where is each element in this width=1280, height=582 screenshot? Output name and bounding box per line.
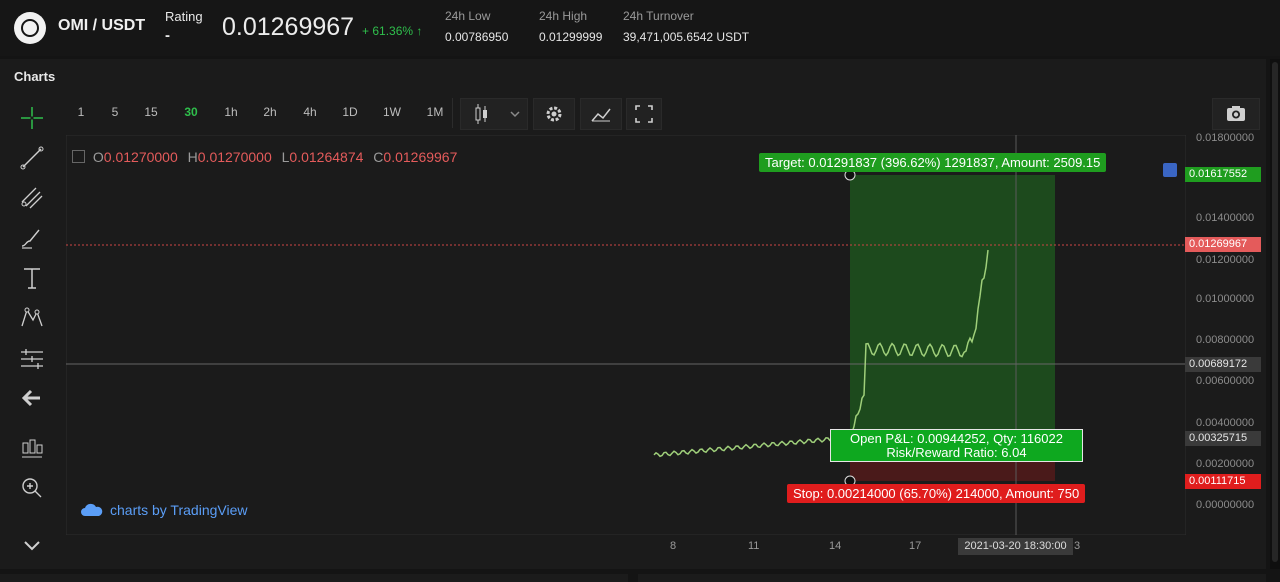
target-zone <box>850 175 1055 437</box>
chevron-down-icon[interactable] <box>18 532 46 560</box>
current-price-tag: 0.01269967 <box>1185 237 1261 252</box>
y-tick: 0.00800000 <box>1196 334 1255 346</box>
candle-stack-icon[interactable] <box>18 434 46 462</box>
bottom-panel-right <box>638 574 1266 582</box>
stop-price-tag: 0.00111715 <box>1185 474 1261 489</box>
chevron-down-icon <box>510 111 520 118</box>
settings-button[interactable] <box>533 98 575 130</box>
candles-icon <box>475 104 487 124</box>
turnover-value: 39,471,005.6542 USDT <box>623 30 750 44</box>
fib-icon[interactable] <box>18 184 46 212</box>
crosshair-icon[interactable] <box>18 104 46 132</box>
crosshair-price-tag: 0.00689172 <box>1185 357 1261 372</box>
high-value: 0.01299999 <box>539 30 603 44</box>
timeframe-1D[interactable]: 1D <box>339 105 361 123</box>
open-label: O <box>92 149 104 165</box>
pnl-line: Open P&L: 0.00944252, Qty: 116022 <box>850 431 1063 446</box>
y-tick: 0.01400000 <box>1196 212 1255 224</box>
cloud-icon <box>81 503 103 516</box>
rating-label: Rating <box>165 9 203 24</box>
x-tick: 3 <box>1074 540 1081 552</box>
zoom-in-icon[interactable] <box>18 474 46 502</box>
pair-name[interactable]: OMI / USDT <box>58 17 145 35</box>
price-chart[interactable] <box>66 135 1186 535</box>
x-tick: 14 <box>829 540 842 552</box>
gear-icon <box>546 106 562 122</box>
target-label[interactable]: Target: 0.01291837 (396.62%) 1291837, Am… <box>759 153 1107 172</box>
y-tick: 0.01000000 <box>1196 293 1255 305</box>
bottom-panel-left <box>0 574 628 582</box>
y-tick: 0.00400000 <box>1196 417 1255 429</box>
timeframe-15[interactable]: 15 <box>140 105 162 123</box>
timeframe-30[interactable]: 30 <box>180 105 202 123</box>
high-label: 24h High <box>539 9 588 23</box>
risk-reward-line: Risk/Reward Ratio: 6.04 <box>886 445 1027 460</box>
y-tick: 0.00600000 <box>1196 375 1255 387</box>
text-icon[interactable] <box>18 264 46 292</box>
timeframe-1h[interactable]: 1h <box>220 105 242 123</box>
ohlc-legend: O0.01270000 H0.01270000 L0.01264874 C0.0… <box>72 149 457 165</box>
x-tick: 11 <box>748 540 760 552</box>
timeframe-1M[interactable]: 1M <box>424 105 446 123</box>
indicators-button[interactable] <box>580 98 622 130</box>
rating-value: - <box>165 27 170 44</box>
scrollbar-thumb[interactable] <box>1272 62 1278 562</box>
high-label: H <box>187 149 198 165</box>
turnover-label: 24h Turnover <box>623 9 694 23</box>
trend-line-icon[interactable] <box>18 144 46 172</box>
entry-price-tag: 0.00325715 <box>1185 431 1261 446</box>
fullscreen-icon <box>635 105 653 123</box>
y-tick: 0.01800000 <box>1196 132 1255 144</box>
timeframe-4h[interactable]: 4h <box>299 105 321 123</box>
pnl-label[interactable]: Open P&L: 0.00944252, Qty: 116022 Risk/R… <box>830 429 1083 462</box>
toolbar-divider <box>452 98 453 128</box>
collapse-legend-icon[interactable] <box>72 150 85 163</box>
camera-icon <box>1227 106 1245 121</box>
alert-marker-icon[interactable] <box>1163 163 1177 177</box>
low-label: 24h Low <box>445 9 491 23</box>
back-arrow-icon[interactable] <box>18 384 46 412</box>
brush-icon[interactable] <box>18 224 46 252</box>
x-cursor-label: 2021-03-20 18:30:00 <box>958 538 1073 555</box>
close-value: 0.01269967 <box>383 149 458 165</box>
low-value: 0.00786950 <box>445 30 509 44</box>
pattern-icon[interactable] <box>18 304 46 332</box>
target-price-tag: 0.01617552 <box>1185 167 1261 182</box>
timeframe-1[interactable]: 1 <box>70 105 92 123</box>
close-label: C <box>373 149 384 165</box>
low-value: 0.01264874 <box>289 149 364 165</box>
y-tick: 0.01200000 <box>1196 254 1255 266</box>
x-tick: 8 <box>670 540 677 552</box>
open-value: 0.01270000 <box>103 149 178 165</box>
stop-label[interactable]: Stop: 0.00214000 (65.70%) 214000, Amount… <box>787 484 1086 503</box>
high-value: 0.01270000 <box>197 149 272 165</box>
timeframe-2h[interactable]: 2h <box>259 105 281 123</box>
drawing-toolbar <box>8 96 56 560</box>
tradingview-branding[interactable]: charts by TradingView <box>80 502 247 518</box>
panel-title: Charts <box>14 69 56 84</box>
ticker-header: OMI / USDT Rating - 0.01269967 + 61.36% … <box>0 0 1280 56</box>
y-tick: 0.00000000 <box>1196 499 1255 511</box>
timeframe-5[interactable]: 5 <box>104 105 126 123</box>
timeframe-1W[interactable]: 1W <box>381 105 403 123</box>
snapshot-button[interactable] <box>1212 98 1260 130</box>
y-tick: 0.00200000 <box>1196 458 1255 470</box>
fullscreen-button[interactable] <box>626 98 662 130</box>
price-change: + 61.36% ↑ <box>362 24 423 38</box>
measure-icon[interactable] <box>18 344 46 372</box>
last-price: 0.01269967 <box>222 13 355 41</box>
omi-logo-icon <box>14 12 46 44</box>
branding-text: charts by TradingView <box>110 502 248 518</box>
indicators-icon <box>591 108 611 122</box>
chart-type-button[interactable] <box>460 98 528 130</box>
x-tick: 17 <box>909 540 922 552</box>
